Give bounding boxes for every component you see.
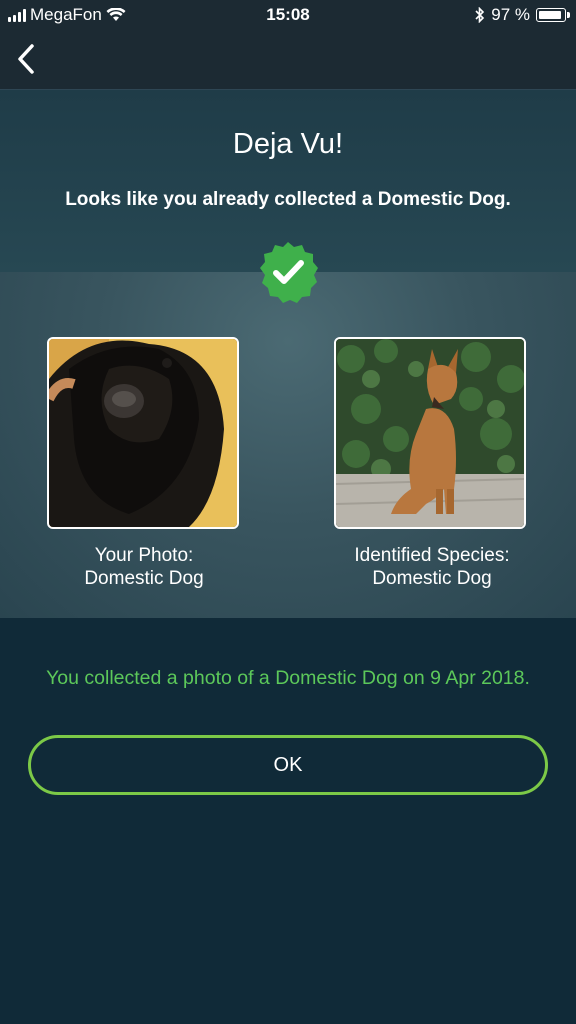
your-photo[interactable]: [47, 337, 239, 529]
nav-bar: [0, 30, 576, 90]
status-right: 97 %: [475, 5, 570, 25]
bluetooth-icon: [475, 7, 485, 23]
identified-species-label: Identified Species:: [354, 545, 510, 566]
back-button[interactable]: [12, 40, 44, 78]
your-photo-label: Your Photo:: [94, 545, 194, 566]
tan-dog-image: [336, 339, 524, 527]
identified-species-photo[interactable]: [334, 337, 526, 529]
identified-species-name: Domestic Dog: [372, 568, 492, 589]
collection-message: You collected a photo of a Domestic Dog …: [46, 667, 530, 689]
page-title: Deja Vu!: [232, 128, 344, 160]
ok-button-label: OK: [273, 753, 303, 776]
chevron-left-icon: [18, 44, 34, 74]
your-photo-species: Domestic Dog: [84, 568, 204, 589]
check-badge-icon: [260, 242, 318, 303]
battery-icon: [536, 8, 570, 22]
page-subtitle: Looks like you already collected a Domes…: [65, 189, 511, 210]
ok-button[interactable]: OK: [28, 735, 548, 795]
your-photo-caption: Your Photo: Domestic Dog: [14, 544, 274, 590]
black-dog-image: [49, 339, 237, 527]
identified-species-caption: Identified Species: Domestic Dog: [302, 544, 562, 590]
battery-percent: 97 %: [491, 5, 530, 24]
status-bar: MegaFon 15:08 97 %: [0, 0, 576, 30]
